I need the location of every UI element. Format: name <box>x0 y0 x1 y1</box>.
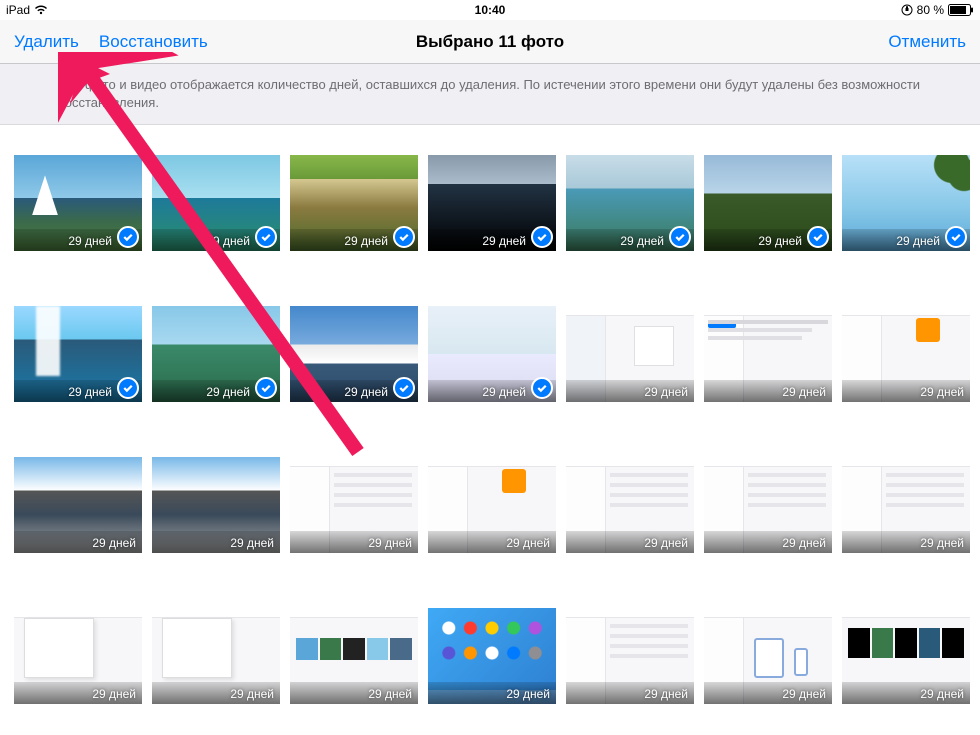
photo-thumb[interactable]: 29 дней <box>428 608 556 704</box>
days-label: 29 дней <box>920 536 964 550</box>
photo-thumb[interactable]: 29 дней <box>842 608 970 704</box>
days-label: 29 дней <box>896 234 940 248</box>
status-time: 10:40 <box>475 3 506 17</box>
nav-title: Выбрано 11 фото <box>416 32 564 52</box>
days-label: 29 дней <box>482 385 526 399</box>
photo-thumb[interactable]: 29 дней <box>290 306 418 402</box>
photo-thumb[interactable]: 29 дней <box>428 457 556 553</box>
photo-row: 29 дней 29 дней 29 дней 29 дней 29 дней 29 дн… <box>14 457 966 553</box>
recover-button[interactable]: Восстановить <box>99 32 208 52</box>
photo-thumb[interactable]: 29 дней <box>842 155 970 251</box>
days-label: 29 дней <box>368 687 412 701</box>
days-label: 29 дней <box>782 687 826 701</box>
days-label: 29 дней <box>482 234 526 248</box>
days-label: 29 дней <box>92 536 136 550</box>
delete-button[interactable]: Удалить <box>14 32 79 52</box>
days-label: 29 дней <box>920 687 964 701</box>
carrier-label: iPad <box>6 3 30 17</box>
photo-thumb[interactable]: 29 дней <box>566 155 694 251</box>
days-label: 29 дней <box>920 385 964 399</box>
photo-thumb[interactable]: 29 дней <box>14 155 142 251</box>
photo-thumb[interactable]: 29 дней <box>428 306 556 402</box>
wifi-icon <box>34 5 48 15</box>
status-bar: iPad 10:40 80 % <box>0 0 980 20</box>
rotation-lock-icon <box>901 4 913 16</box>
photo-thumb[interactable]: 29 дней <box>704 457 832 553</box>
battery-pct: 80 % <box>917 3 944 17</box>
photo-thumb[interactable]: 29 дней <box>290 608 418 704</box>
days-label: 29 дней <box>644 687 688 701</box>
photo-row: 29 дней 29 дней 29 дней 29 дней 29 дней 29 дн… <box>14 608 966 704</box>
days-label: 29 дней <box>620 234 664 248</box>
battery-icon <box>948 4 974 16</box>
photo-thumb[interactable]: 29 дней <box>14 306 142 402</box>
photo-thumb[interactable]: 29 дней <box>14 457 142 553</box>
photo-thumb[interactable]: 29 дней <box>152 457 280 553</box>
photo-thumb[interactable]: 29 дней <box>152 608 280 704</box>
info-banner: Для фото и видео отображается количество… <box>0 64 980 125</box>
days-label: 29 дней <box>230 687 274 701</box>
days-label: 29 дней <box>344 385 388 399</box>
photo-thumb[interactable]: 29 дней <box>14 608 142 704</box>
photo-thumb[interactable]: 29 дней <box>704 608 832 704</box>
days-label: 29 дней <box>782 385 826 399</box>
photo-thumb[interactable]: 29 дней <box>290 155 418 251</box>
days-label: 29 дней <box>230 536 274 550</box>
photo-thumb[interactable]: 29 дней <box>704 306 832 402</box>
photo-row: 29 дней 29 дней 29 дней 29 дней 29 дней 29 дн… <box>14 306 966 402</box>
days-label: 29 дней <box>92 687 136 701</box>
photo-thumb[interactable]: 29 дней <box>566 306 694 402</box>
days-label: 29 дней <box>68 385 112 399</box>
days-label: 29 дней <box>644 536 688 550</box>
photo-thumb[interactable]: 29 дней <box>842 457 970 553</box>
days-label: 29 дней <box>506 687 550 701</box>
photo-grid: 29 дней 29 дней 29 дней 29 дней 29 дней 29 дн… <box>0 125 980 735</box>
days-label: 29 дней <box>68 234 112 248</box>
days-label: 29 дней <box>506 536 550 550</box>
days-label: 29 дней <box>344 234 388 248</box>
photo-thumb[interactable]: 29 дней <box>152 306 280 402</box>
days-label: 29 дней <box>758 234 802 248</box>
photo-thumb[interactable]: 29 дней <box>152 155 280 251</box>
photo-thumb[interactable]: 29 дней <box>290 457 418 553</box>
cancel-button[interactable]: Отменить <box>888 32 966 52</box>
days-label: 29 дней <box>782 536 826 550</box>
days-label: 29 дней <box>368 536 412 550</box>
days-label: 29 дней <box>206 234 250 248</box>
photo-thumb[interactable]: 29 дней <box>842 306 970 402</box>
photo-thumb[interactable]: 29 дней <box>428 155 556 251</box>
nav-bar: Удалить Восстановить Выбрано 11 фото Отм… <box>0 20 980 64</box>
photo-thumb[interactable]: 29 дней <box>704 155 832 251</box>
photo-thumb[interactable]: 29 дней <box>566 457 694 553</box>
days-label: 29 дней <box>644 385 688 399</box>
photo-row: 29 дней 29 дней 29 дней 29 дней 29 дней 29 дн… <box>14 155 966 251</box>
photo-thumb[interactable]: 29 дней <box>566 608 694 704</box>
days-label: 29 дней <box>206 385 250 399</box>
